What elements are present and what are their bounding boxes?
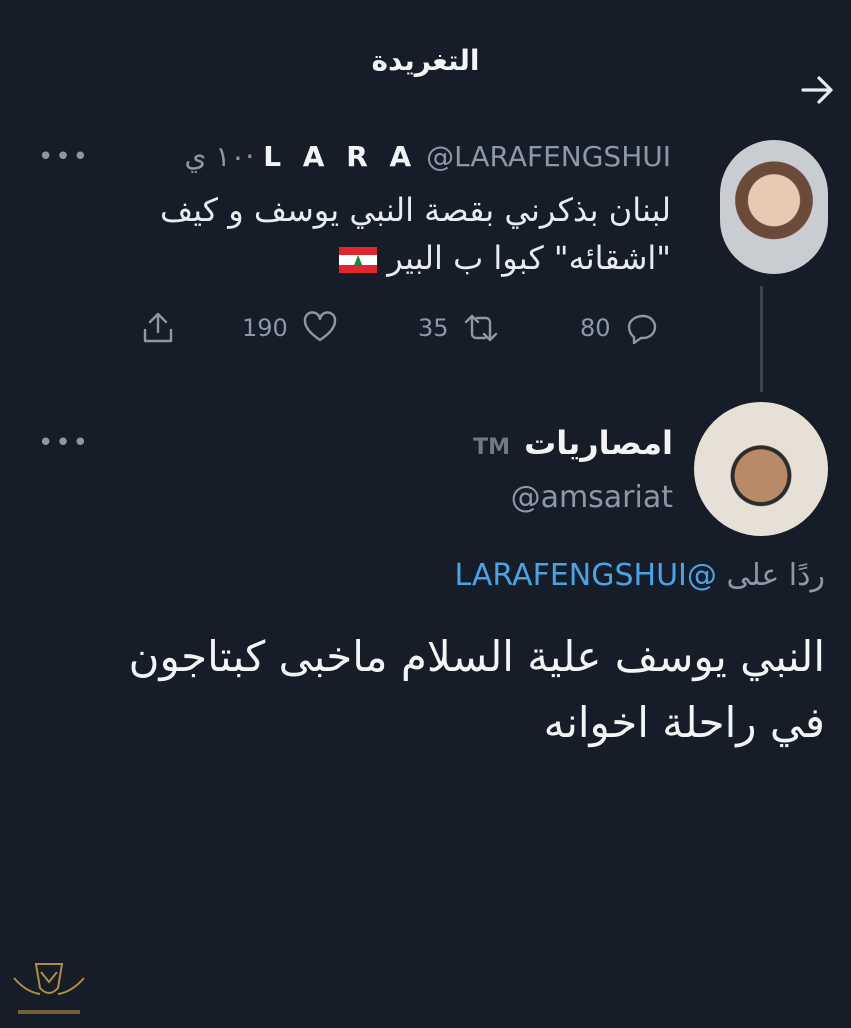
lebanon-flag-icon [339,247,378,273]
avatar-amsariat[interactable] [694,402,828,536]
reply-count: 80 [580,314,611,342]
retweet-icon [464,314,497,342]
display-name: امصاريات [524,424,673,462]
like-count: 190 [242,314,288,342]
avatar-lara[interactable] [720,140,828,274]
more-options-icon[interactable]: ••• [38,428,90,458]
retweet-button[interactable]: 35 [418,306,499,350]
thread-connector [760,286,763,392]
tm-badge: TM [473,435,511,460]
retweet-count: 35 [418,314,449,342]
reply-icon [627,314,656,345]
top-bar: التغريدة [0,0,851,130]
share-button[interactable] [140,306,176,350]
tweet2-text-line: في راحلة اخوانه [543,698,825,747]
tweet1-actions: 80 35 190 [130,306,700,350]
forum-logo-watermark [6,958,92,1024]
tweet1-text-line: لبنان بذكرني بقصة النبي يوسف و كيف [160,191,671,229]
tweet2-text: النبي يوسف علية السلام ماخبى كبتاجون في … [45,624,825,756]
reply-prefix: ردًا على [726,558,825,593]
tweet1-header: L A R A @LARAFENGSHUI ·١٠ ي [184,140,671,182]
share-icon [143,312,173,343]
reply-button[interactable]: 80 [580,306,661,350]
like-button[interactable]: 190 [242,306,338,350]
handle[interactable]: @amsariat [511,480,673,515]
heart-icon [303,311,337,342]
reply-to-line: ردًا على @LARAFENGSHUI [455,558,826,593]
arrow-right-icon[interactable] [797,70,837,110]
tweet2-display-name[interactable]: امصاريات TM [473,424,673,462]
reply-mention-link[interactable]: @LARAFENGSHUI [455,558,717,593]
tweet2-text-line: النبي يوسف علية السلام ماخبى كبتاجون [128,632,825,681]
handle-time[interactable]: @LARAFENGSHUI ·١٠ ي [184,140,671,173]
tweet1-text-line2: "اشقائه" كبوا ب البير [387,239,671,277]
tweet1-text-line-2: "اشقائه" كبوا ب البير [91,234,671,282]
page-title: التغريدة [371,44,480,77]
display-name[interactable]: L A R A [263,140,417,173]
tweet1-text: لبنان بذكرني بقصة النبي يوسف و كيف "اشقا… [91,186,671,282]
more-options-icon[interactable]: ••• [38,142,90,172]
